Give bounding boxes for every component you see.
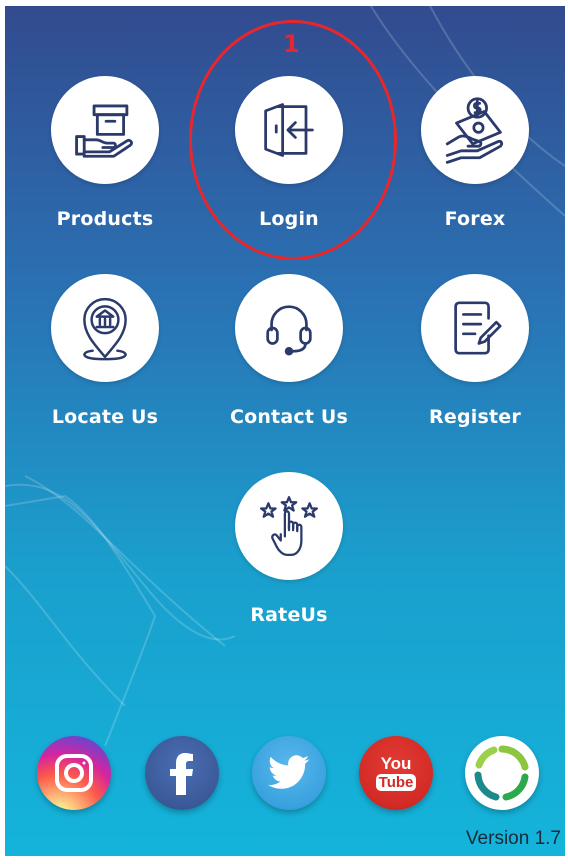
twitter-button[interactable]	[252, 736, 326, 810]
locate-us-tile[interactable]: Locate Us	[30, 274, 180, 428]
login-icon-circle	[235, 76, 343, 184]
facebook-icon	[170, 753, 193, 795]
register-icon-circle	[421, 274, 529, 382]
instagram-icon	[55, 754, 93, 792]
rate-us-label: RateUs	[250, 604, 328, 626]
version-label: Version 1.7	[465, 828, 561, 849]
products-icon-circle	[51, 76, 159, 184]
locate-us-icon-circle	[51, 274, 159, 382]
login-door-icon	[264, 103, 314, 157]
products-tile[interactable]: Products	[30, 76, 180, 230]
register-tile[interactable]: Register	[400, 274, 550, 428]
app-logo-icon	[474, 745, 529, 801]
youtube-icon-bottom: Tube	[375, 774, 417, 791]
instagram-button[interactable]	[37, 736, 111, 810]
login-label: Login	[259, 208, 319, 230]
bank-pin-icon	[83, 297, 127, 361]
forex-label: Forex	[444, 208, 506, 230]
contact-us-label: Contact Us	[229, 406, 349, 428]
locate-us-label: Locate Us	[51, 406, 159, 428]
youtube-button[interactable]: You Tube	[359, 736, 433, 810]
app-logo-button[interactable]	[465, 736, 539, 810]
contact-us-icon-circle	[235, 274, 343, 382]
contact-us-tile[interactable]: Contact Us	[214, 274, 364, 428]
login-tile[interactable]: Login	[214, 76, 364, 230]
rate-us-icon-circle	[235, 472, 343, 580]
facebook-button[interactable]	[145, 736, 219, 810]
app-screen: Products Login Forex Locate Us Contact U…	[5, 6, 565, 856]
forex-tile[interactable]: Forex	[400, 76, 550, 230]
annotation-number: 1	[283, 30, 300, 58]
document-edit-icon	[454, 301, 502, 355]
money-hand-icon	[445, 97, 504, 164]
headset-icon	[266, 305, 312, 356]
box-hand-icon	[75, 104, 133, 158]
stars-hand-icon	[260, 495, 318, 557]
forex-icon-circle	[421, 76, 529, 184]
twitter-icon	[268, 755, 310, 789]
register-label: Register	[429, 406, 521, 428]
products-label: Products	[56, 208, 154, 230]
youtube-icon-top: You	[380, 754, 412, 773]
rate-us-tile[interactable]: RateUs	[214, 472, 364, 626]
